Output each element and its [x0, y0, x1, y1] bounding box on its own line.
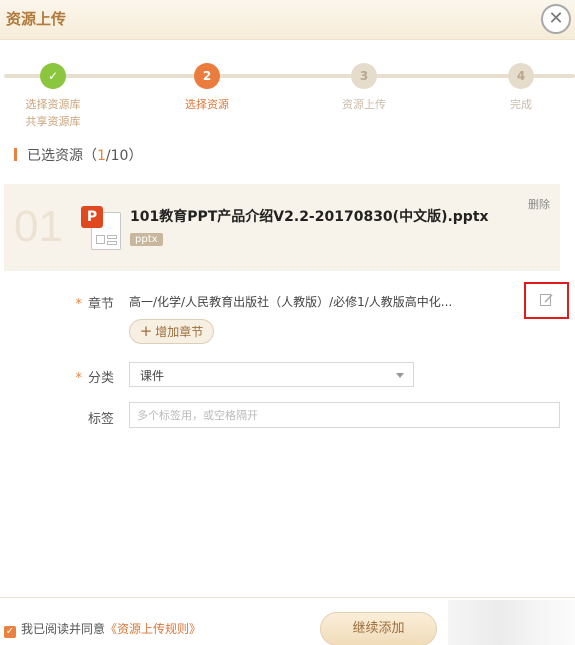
category-value: 课件: [140, 369, 165, 383]
step-3-label: 资源上传: [342, 98, 386, 111]
step-2-label: 选择资源: [185, 98, 229, 111]
file-name: 101教育PPT产品介绍V2.2-20170830(中文版).pptx: [130, 209, 489, 225]
tags-input[interactable]: [129, 402, 560, 428]
selected-count: 1: [97, 148, 106, 164]
progress-track: [4, 74, 575, 78]
step-4-label: 完成: [510, 98, 532, 111]
category-label: * 分类: [75, 371, 114, 386]
step-2-circle: 2: [190, 59, 224, 93]
step-1-label: 选择资源库 共享资源库: [25, 98, 81, 128]
chevron-down-icon: [396, 373, 404, 378]
agree-terms: ✓ 我已阅读并同意《资源上传规则》: [4, 622, 202, 638]
selected-resources-heading: 已选资源（1/10）: [14, 145, 142, 165]
step-3-circle: 3: [351, 63, 377, 89]
chapter-label: * 章节: [75, 297, 114, 312]
delete-button[interactable]: 删除: [528, 196, 550, 212]
blurred-region: [448, 600, 575, 645]
edit-icon: [540, 294, 553, 306]
close-button[interactable]: ✕: [541, 4, 571, 34]
chapter-value: 高一/化学/人民教育出版社（人教版）/必修1/人教版高中化...: [129, 295, 453, 309]
check-icon: ✓: [47, 69, 59, 83]
continue-add-button[interactable]: 继续添加: [320, 612, 437, 645]
file-card: 01 P 101教育PPT产品介绍V2.2-20170830(中文版).pptx…: [4, 184, 560, 271]
step-1-circle: ✓: [36, 59, 70, 93]
file-type-tag: pptx: [130, 233, 163, 246]
dialog-title: 资源上传: [6, 10, 67, 28]
edit-chapter-button[interactable]: [524, 282, 569, 319]
close-icon: ✕: [548, 8, 564, 29]
heading-marker: [14, 148, 17, 161]
check-icon: ✓: [5, 626, 15, 637]
tags-label: 标签: [87, 412, 114, 427]
progress-steps: ✓ 选择资源库 共享资源库 2 选择资源 3 资源上传 4 完成: [0, 52, 575, 132]
ppt-file-icon: P: [81, 206, 123, 252]
rules-link[interactable]: 《资源上传规则》: [105, 622, 201, 636]
category-select[interactable]: 课件: [129, 362, 414, 387]
agree-checkbox[interactable]: ✓: [4, 626, 16, 638]
step-4-circle: 4: [508, 63, 534, 89]
footer-divider: [0, 597, 575, 598]
dialog-header: 资源上传 ✕: [0, 0, 575, 40]
file-index: 01: [14, 202, 63, 251]
add-chapter-button[interactable]: + 增加章节: [129, 319, 214, 344]
plus-icon: +: [139, 322, 153, 340]
